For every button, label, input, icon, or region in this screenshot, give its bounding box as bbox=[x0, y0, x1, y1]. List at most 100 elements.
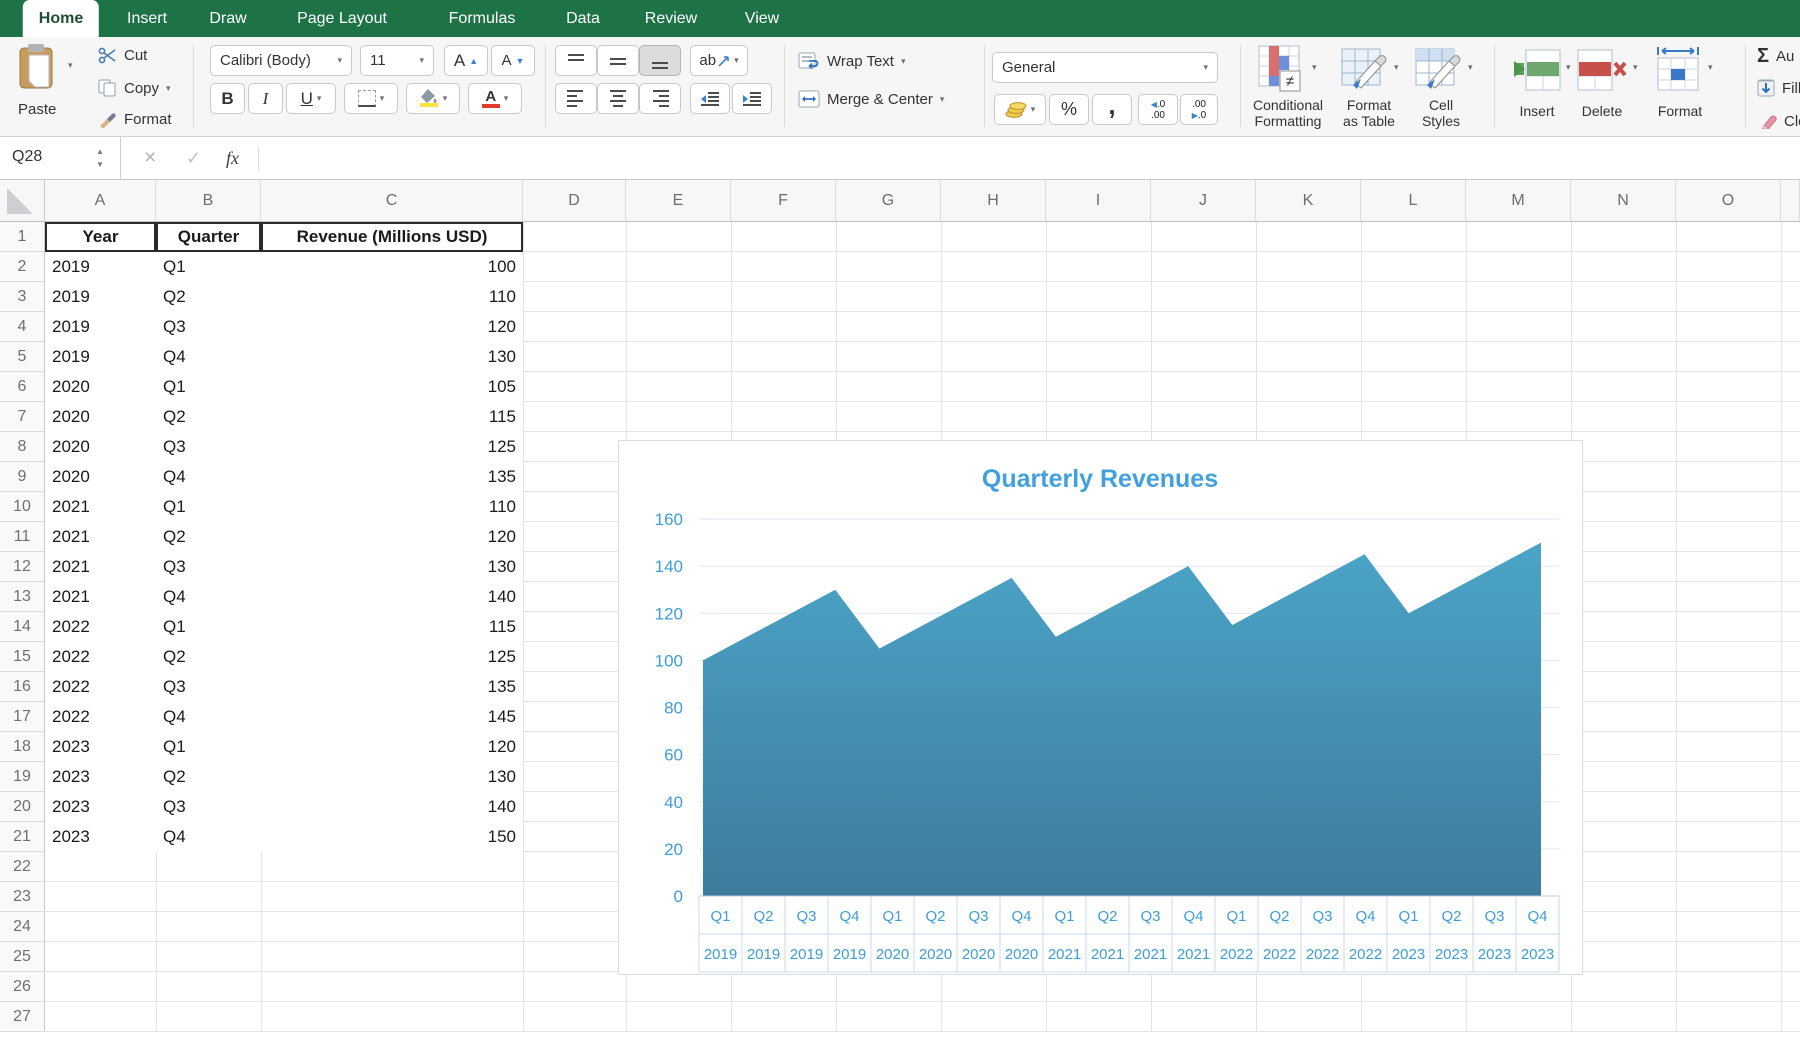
autosum-button[interactable]: Σ Au bbox=[1757, 45, 1794, 68]
table-cell[interactable]: 2022 bbox=[45, 702, 156, 732]
decrease-indent-button[interactable] bbox=[690, 83, 730, 114]
insert-function-button[interactable]: fx bbox=[226, 137, 239, 179]
column-header-K[interactable]: K bbox=[1256, 180, 1361, 222]
table-cell[interactable]: 2022 bbox=[45, 612, 156, 642]
merge-center-dropdown-arrow[interactable]: ▾ bbox=[940, 95, 945, 104]
borders-dropdown-arrow[interactable]: ▾ bbox=[380, 94, 385, 103]
cell-styles-dropdown-arrow[interactable]: ▾ bbox=[1468, 63, 1473, 72]
table-cell[interactable]: Q1 bbox=[156, 492, 261, 522]
table-cell[interactable]: Q2 bbox=[156, 762, 261, 792]
table-cell[interactable]: 140 bbox=[261, 792, 523, 822]
table-cell[interactable]: Q4 bbox=[156, 342, 261, 372]
align-bottom-button[interactable] bbox=[639, 45, 681, 76]
align-middle-button[interactable] bbox=[597, 45, 639, 76]
column-header-G[interactable]: G bbox=[836, 180, 941, 222]
italic-button[interactable]: I bbox=[248, 83, 283, 114]
select-all-corner[interactable] bbox=[0, 180, 45, 222]
row-header-12[interactable]: 12 bbox=[0, 552, 45, 582]
table-cell[interactable]: 2019 bbox=[45, 342, 156, 372]
tab-insert[interactable]: Insert bbox=[111, 0, 183, 37]
table-cell[interactable]: 2020 bbox=[45, 462, 156, 492]
column-header-F[interactable]: F bbox=[731, 180, 836, 222]
row-header-19[interactable]: 19 bbox=[0, 762, 45, 792]
delete-cells-dropdown-arrow[interactable]: ▾ bbox=[1633, 63, 1638, 72]
column-header-B[interactable]: B bbox=[156, 180, 261, 222]
row-header-4[interactable]: 4 bbox=[0, 312, 45, 342]
table-cell[interactable]: 2020 bbox=[45, 432, 156, 462]
tab-draw[interactable]: Draw bbox=[193, 0, 262, 37]
tab-data[interactable]: Data bbox=[550, 0, 616, 37]
row-header-10[interactable]: 10 bbox=[0, 492, 45, 522]
table-cell[interactable]: Q3 bbox=[156, 672, 261, 702]
table-cell[interactable]: 145 bbox=[261, 702, 523, 732]
table-header-cell[interactable]: Revenue (Millions USD) bbox=[261, 222, 523, 252]
table-cell[interactable]: 2020 bbox=[45, 402, 156, 432]
increase-font-size-button[interactable]: A▲ bbox=[444, 45, 488, 76]
row-header-21[interactable]: 21 bbox=[0, 822, 45, 852]
align-top-button[interactable] bbox=[555, 45, 597, 76]
row-header-17[interactable]: 17 bbox=[0, 702, 45, 732]
column-header-L[interactable]: L bbox=[1361, 180, 1466, 222]
font-name-select[interactable]: Calibri (Body)▾ bbox=[210, 45, 352, 76]
percent-style-button[interactable]: % bbox=[1049, 94, 1089, 125]
wrap-text-button[interactable]: Wrap Text ▾ bbox=[798, 52, 906, 70]
column-header-partial[interactable] bbox=[1781, 180, 1800, 222]
fill-button[interactable]: Fill bbox=[1757, 79, 1800, 97]
cut-button[interactable]: Cut bbox=[98, 47, 147, 64]
paste-dropdown-arrow[interactable]: ▾ bbox=[68, 61, 73, 70]
column-header-M[interactable]: M bbox=[1466, 180, 1571, 222]
table-cell[interactable]: 2020 bbox=[45, 372, 156, 402]
table-cell[interactable]: 2021 bbox=[45, 522, 156, 552]
fill-color-button[interactable]: ▾ bbox=[406, 83, 460, 114]
tab-formulas[interactable]: Formulas bbox=[433, 0, 532, 37]
row-header-23[interactable]: 23 bbox=[0, 882, 45, 912]
column-header-C[interactable]: C bbox=[261, 180, 523, 222]
table-cell[interactable]: Q1 bbox=[156, 732, 261, 762]
table-cell[interactable]: 135 bbox=[261, 672, 523, 702]
conditional-formatting-dropdown-arrow[interactable]: ▾ bbox=[1312, 63, 1317, 72]
row-header-24[interactable]: 24 bbox=[0, 912, 45, 942]
table-cell[interactable]: Q3 bbox=[156, 432, 261, 462]
tab-page-layout[interactable]: Page Layout bbox=[281, 0, 403, 37]
table-cell[interactable]: Q1 bbox=[156, 372, 261, 402]
table-cell[interactable]: 130 bbox=[261, 552, 523, 582]
name-box-stepper[interactable]: ▲▼ bbox=[96, 145, 104, 171]
table-cell[interactable]: 2023 bbox=[45, 822, 156, 852]
row-header-2[interactable]: 2 bbox=[0, 252, 45, 282]
table-cell[interactable]: 2019 bbox=[45, 312, 156, 342]
table-cell[interactable]: Q3 bbox=[156, 552, 261, 582]
table-cell[interactable]: Q4 bbox=[156, 462, 261, 492]
underline-button[interactable]: U▾ bbox=[286, 83, 336, 114]
table-cell[interactable]: 105 bbox=[261, 372, 523, 402]
row-header-8[interactable]: 8 bbox=[0, 432, 45, 462]
table-cell[interactable]: Q4 bbox=[156, 822, 261, 852]
copy-dropdown-arrow[interactable]: ▾ bbox=[166, 84, 171, 93]
row-header-6[interactable]: 6 bbox=[0, 372, 45, 402]
table-cell[interactable]: Q1 bbox=[156, 252, 261, 282]
row-header-9[interactable]: 9 bbox=[0, 462, 45, 492]
table-cell[interactable]: Q2 bbox=[156, 402, 261, 432]
underline-dropdown-arrow[interactable]: ▾ bbox=[317, 94, 322, 103]
row-header-15[interactable]: 15 bbox=[0, 642, 45, 672]
table-cell[interactable]: 2019 bbox=[45, 282, 156, 312]
table-cell[interactable]: 130 bbox=[261, 342, 523, 372]
row-header-5[interactable]: 5 bbox=[0, 342, 45, 372]
table-header-cell[interactable]: Year bbox=[45, 222, 156, 252]
align-left-button[interactable] bbox=[555, 83, 597, 114]
tab-review[interactable]: Review bbox=[629, 0, 713, 37]
table-cell[interactable]: 120 bbox=[261, 312, 523, 342]
font-color-dropdown-arrow[interactable]: ▾ bbox=[504, 94, 509, 103]
row-header-22[interactable]: 22 bbox=[0, 852, 45, 882]
table-cell[interactable]: 2023 bbox=[45, 732, 156, 762]
insert-cells-dropdown-arrow[interactable]: ▾ bbox=[1566, 63, 1571, 72]
bold-button[interactable]: B bbox=[210, 83, 245, 114]
table-cell[interactable]: 110 bbox=[261, 492, 523, 522]
table-cell[interactable]: 2023 bbox=[45, 762, 156, 792]
table-cell[interactable]: Q2 bbox=[156, 522, 261, 552]
increase-indent-button[interactable] bbox=[732, 83, 772, 114]
revenue-area-chart[interactable]: 020406080100120140160Q12019Q22019Q32019Q… bbox=[618, 440, 1583, 975]
table-cell[interactable]: 135 bbox=[261, 462, 523, 492]
column-header-O[interactable]: O bbox=[1676, 180, 1781, 222]
table-cell[interactable]: 115 bbox=[261, 612, 523, 642]
table-cell[interactable]: 125 bbox=[261, 432, 523, 462]
